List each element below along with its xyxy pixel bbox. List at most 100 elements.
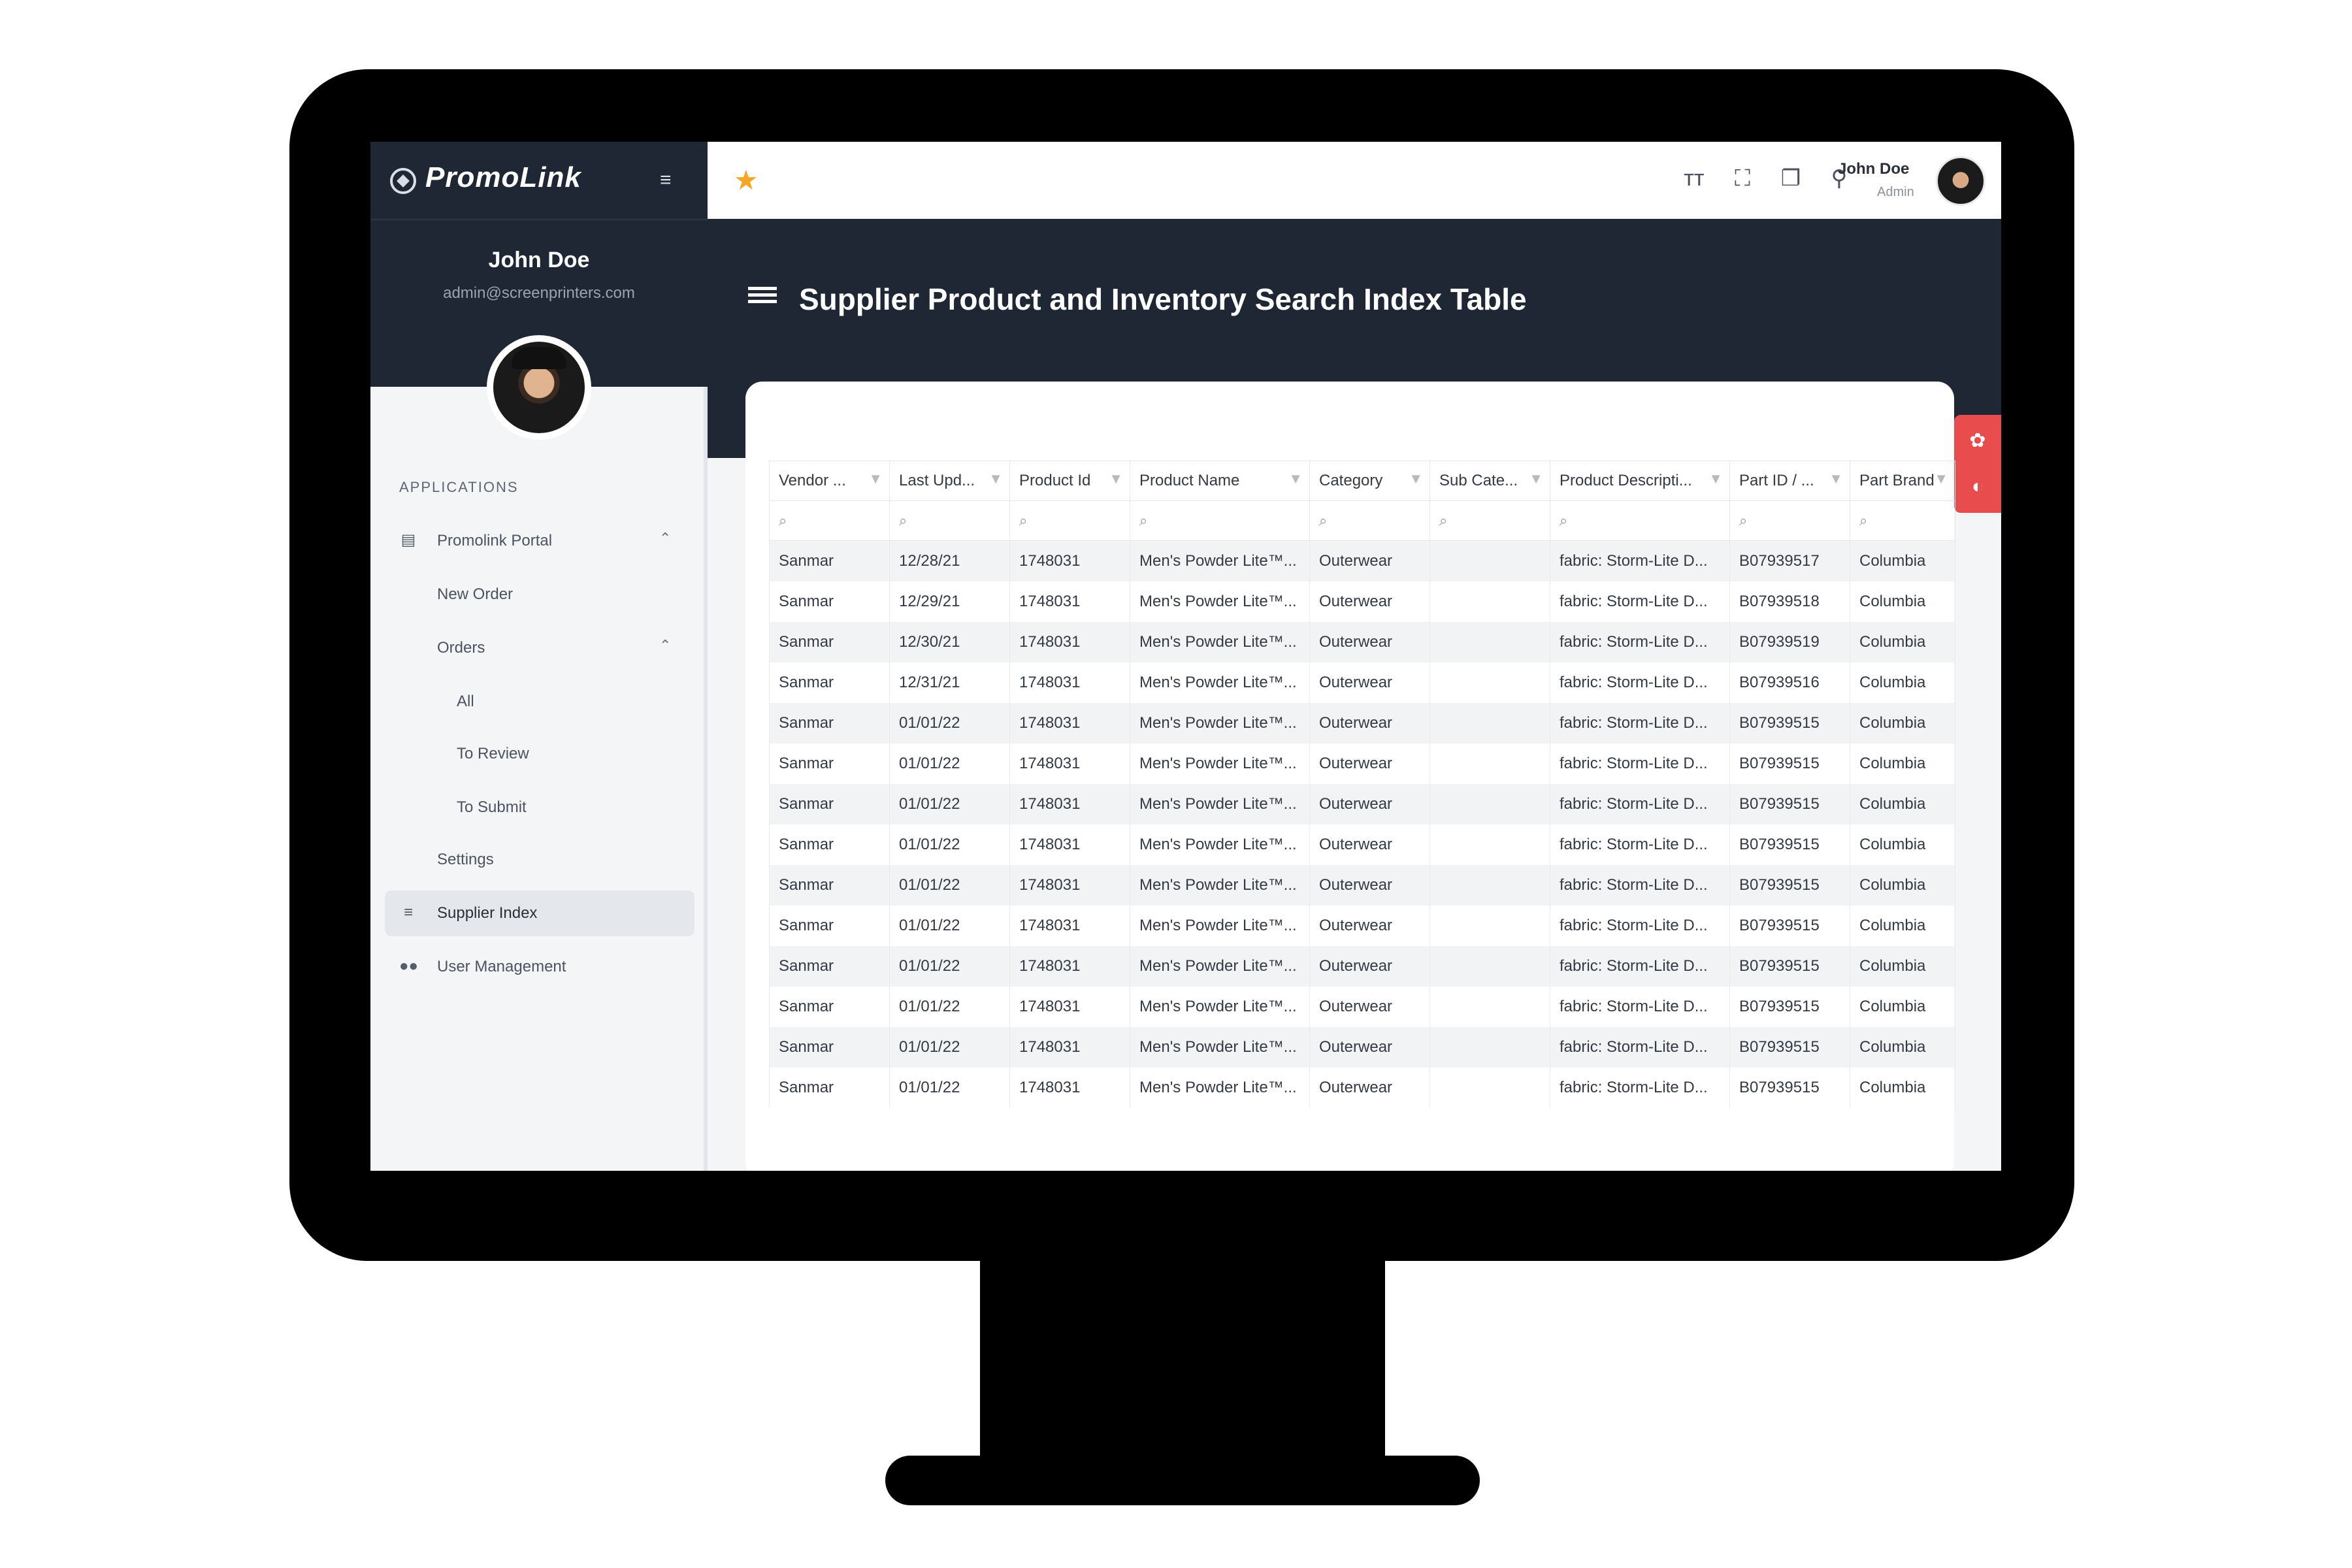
table-row[interactable]: Sanmar 01/01/22 1748031 Men's Powder Lite™.… xyxy=(769,743,1955,784)
table-row[interactable]: Sanmar 12/29/21 1748031 Men's Powder Lite™.… xyxy=(769,581,1955,622)
column-search-input[interactable]: ⌕ xyxy=(1309,500,1430,541)
filter-icon[interactable]: ▼ xyxy=(1708,470,1723,487)
sidebar-item-orders[interactable]: Orders ⌃ xyxy=(385,625,694,671)
table-cell: Columbia xyxy=(1850,1068,1955,1108)
column-search-input[interactable]: ⌕ xyxy=(1729,500,1850,541)
sidebar-collapse-icon[interactable]: ≡ xyxy=(660,169,672,191)
sidebar-item-supplier-index[interactable]: ≡ Supplier Index xyxy=(385,890,694,936)
table-cell xyxy=(1429,743,1550,784)
table-row[interactable]: Sanmar 01/01/22 1748031 Men's Powder Lite™.… xyxy=(769,865,1955,906)
table-row[interactable]: Sanmar 01/01/22 1748031 Men's Powder Lite™.… xyxy=(769,1027,1955,1068)
table-cell: Men's Powder Lite™... xyxy=(1130,703,1310,743)
table-cell: fabric: Storm-Lite D... xyxy=(1550,622,1730,662)
filter-icon[interactable]: ▼ xyxy=(1934,470,1948,487)
table-row[interactable]: Sanmar 01/01/22 1748031 Men's Powder Lite™.… xyxy=(769,987,1955,1027)
palette-icon[interactable]: ◐ xyxy=(1966,475,1989,498)
table-cell: 01/01/22 xyxy=(889,865,1010,906)
table-row[interactable]: Sanmar 12/31/21 1748031 Men's Powder Lite™.… xyxy=(769,662,1955,703)
avatar[interactable] xyxy=(487,335,591,440)
topbar-user-name[interactable]: John Doe xyxy=(1838,160,1909,178)
column-search-input[interactable]: ⌕ xyxy=(1009,500,1130,541)
table-cell: B07939518 xyxy=(1729,581,1850,622)
filter-icon[interactable]: ▼ xyxy=(868,470,883,487)
filter-icon[interactable]: ▼ xyxy=(1288,470,1303,487)
filter-icon[interactable]: ▼ xyxy=(988,470,1003,487)
sidebar-item-promolink-portal[interactable]: ▤ Promolink Portal ⌃ xyxy=(385,518,694,564)
column-header[interactable]: Category ▼ xyxy=(1309,461,1430,501)
table-cell: fabric: Storm-Lite D... xyxy=(1550,743,1730,784)
table-cell: Outerwear xyxy=(1309,622,1430,662)
sidebar-item-to-submit[interactable]: To Submit xyxy=(385,785,694,830)
column-header[interactable]: Part ID / ... ▼ xyxy=(1729,461,1850,501)
filter-icon[interactable]: ▼ xyxy=(1109,470,1123,487)
column-search-input[interactable]: ⌕ xyxy=(1550,500,1730,541)
sidebar-item-new-order[interactable]: New Order xyxy=(385,572,694,617)
table-cell xyxy=(1429,1068,1550,1108)
table-cell: Sanmar xyxy=(769,581,890,622)
table-cell: fabric: Storm-Lite D... xyxy=(1550,1068,1730,1108)
table-cell: Outerwear xyxy=(1309,825,1430,865)
table-cell: Columbia xyxy=(1850,743,1955,784)
sidebar-item-to-review[interactable]: To Review xyxy=(385,731,694,777)
avatar[interactable] xyxy=(1936,156,1985,206)
table-cell xyxy=(1429,946,1550,987)
table-cell: fabric: Storm-Lite D... xyxy=(1550,581,1730,622)
table-cell: Outerwear xyxy=(1309,865,1430,906)
column-header[interactable]: Product Descripti... ▼ xyxy=(1550,461,1730,501)
table-cell: 01/01/22 xyxy=(889,703,1010,743)
supplier-index-grid: Vendor ... ▼ Last Upd... ▼ Product Id ▼ Produc… xyxy=(769,461,1955,1108)
table-cell: Columbia xyxy=(1850,581,1955,622)
table-cell: 01/01/22 xyxy=(889,743,1010,784)
column-header[interactable]: Sub Cate... ▼ xyxy=(1429,461,1550,501)
table-cell: B07939515 xyxy=(1729,906,1850,946)
sidebar-item-user-management[interactable]: ●● User Management xyxy=(385,944,694,990)
table-cell: B07939516 xyxy=(1729,662,1850,703)
table-cell: Outerwear xyxy=(1309,906,1430,946)
column-header-label: Vendor ... xyxy=(779,472,846,489)
table-row[interactable]: Sanmar 01/01/22 1748031 Men's Powder Lite™.… xyxy=(769,906,1955,946)
column-search-input[interactable]: ⌕ xyxy=(769,500,890,541)
table-cell: B07939515 xyxy=(1729,946,1850,987)
sidebar-item-settings[interactable]: Settings xyxy=(385,837,694,883)
page-title: Supplier Product and Inventory Search In… xyxy=(799,282,1527,316)
font-size-icon[interactable]: ᴛᴛ xyxy=(1681,165,1707,191)
table-cell: B07939515 xyxy=(1729,825,1850,865)
column-search-input[interactable]: ⌕ xyxy=(889,500,1010,541)
column-header[interactable]: Product Id ▼ xyxy=(1009,461,1130,501)
column-header[interactable]: Last Upd... ▼ xyxy=(889,461,1010,501)
top-bar: ★ ᴛᴛ ⛶ ❐ ⚲ John Doe Admin xyxy=(708,142,2001,219)
table-row[interactable]: Sanmar 12/30/21 1748031 Men's Powder Lite™.… xyxy=(769,622,1955,662)
column-header[interactable]: Vendor ... ▼ xyxy=(769,461,890,501)
filter-icon[interactable]: ▼ xyxy=(1529,470,1543,487)
table-cell: Columbia xyxy=(1850,703,1955,743)
table-cell: B07939515 xyxy=(1729,1027,1850,1068)
table-row[interactable]: Sanmar 01/01/22 1748031 Men's Powder Lite™.… xyxy=(769,784,1955,825)
table-row[interactable]: Sanmar 12/28/21 1748031 Men's Powder Lite™.… xyxy=(769,540,1955,581)
copy-icon[interactable]: ❐ xyxy=(1778,165,1804,191)
star-icon[interactable]: ★ xyxy=(734,164,759,196)
table-cell xyxy=(1429,1027,1550,1068)
filter-icon[interactable]: ▼ xyxy=(1409,470,1423,487)
table-cell: fabric: Storm-Lite D... xyxy=(1550,865,1730,906)
column-search-input[interactable]: ⌕ xyxy=(1429,500,1550,541)
table-row[interactable]: Sanmar 01/01/22 1748031 Men's Powder Lite™.… xyxy=(769,825,1955,865)
table-cell: Columbia xyxy=(1850,865,1955,906)
column-header[interactable]: Product Name ▼ xyxy=(1130,461,1310,501)
filter-icon[interactable]: ▼ xyxy=(1829,470,1843,487)
column-search-input[interactable]: ⌕ xyxy=(1850,500,1955,541)
table-row[interactable]: Sanmar 01/01/22 1748031 Men's Powder Lite™.… xyxy=(769,1068,1955,1108)
table-row[interactable]: Sanmar 01/01/22 1748031 Men's Powder Lite™.… xyxy=(769,703,1955,743)
sidebar-item-all[interactable]: All xyxy=(385,679,694,725)
column-search-input[interactable]: ⌕ xyxy=(1130,500,1310,541)
table-cell: B07939517 xyxy=(1729,540,1850,581)
search-icon: ⌕ xyxy=(899,512,907,529)
column-header[interactable]: Part Brand ▼ xyxy=(1850,461,1955,501)
search-icon: ⌕ xyxy=(1560,512,1568,529)
logo-text: PromoLink xyxy=(425,161,581,193)
list-icon: ≡ xyxy=(403,904,413,921)
table-row[interactable]: Sanmar 01/01/22 1748031 Men's Powder Lite™.… xyxy=(769,946,1955,987)
fullscreen-icon[interactable]: ⛶ xyxy=(1729,165,1756,191)
table-cell xyxy=(1429,622,1550,662)
logo-icon xyxy=(390,168,416,194)
settings-icon[interactable]: ✿ xyxy=(1966,429,1989,453)
